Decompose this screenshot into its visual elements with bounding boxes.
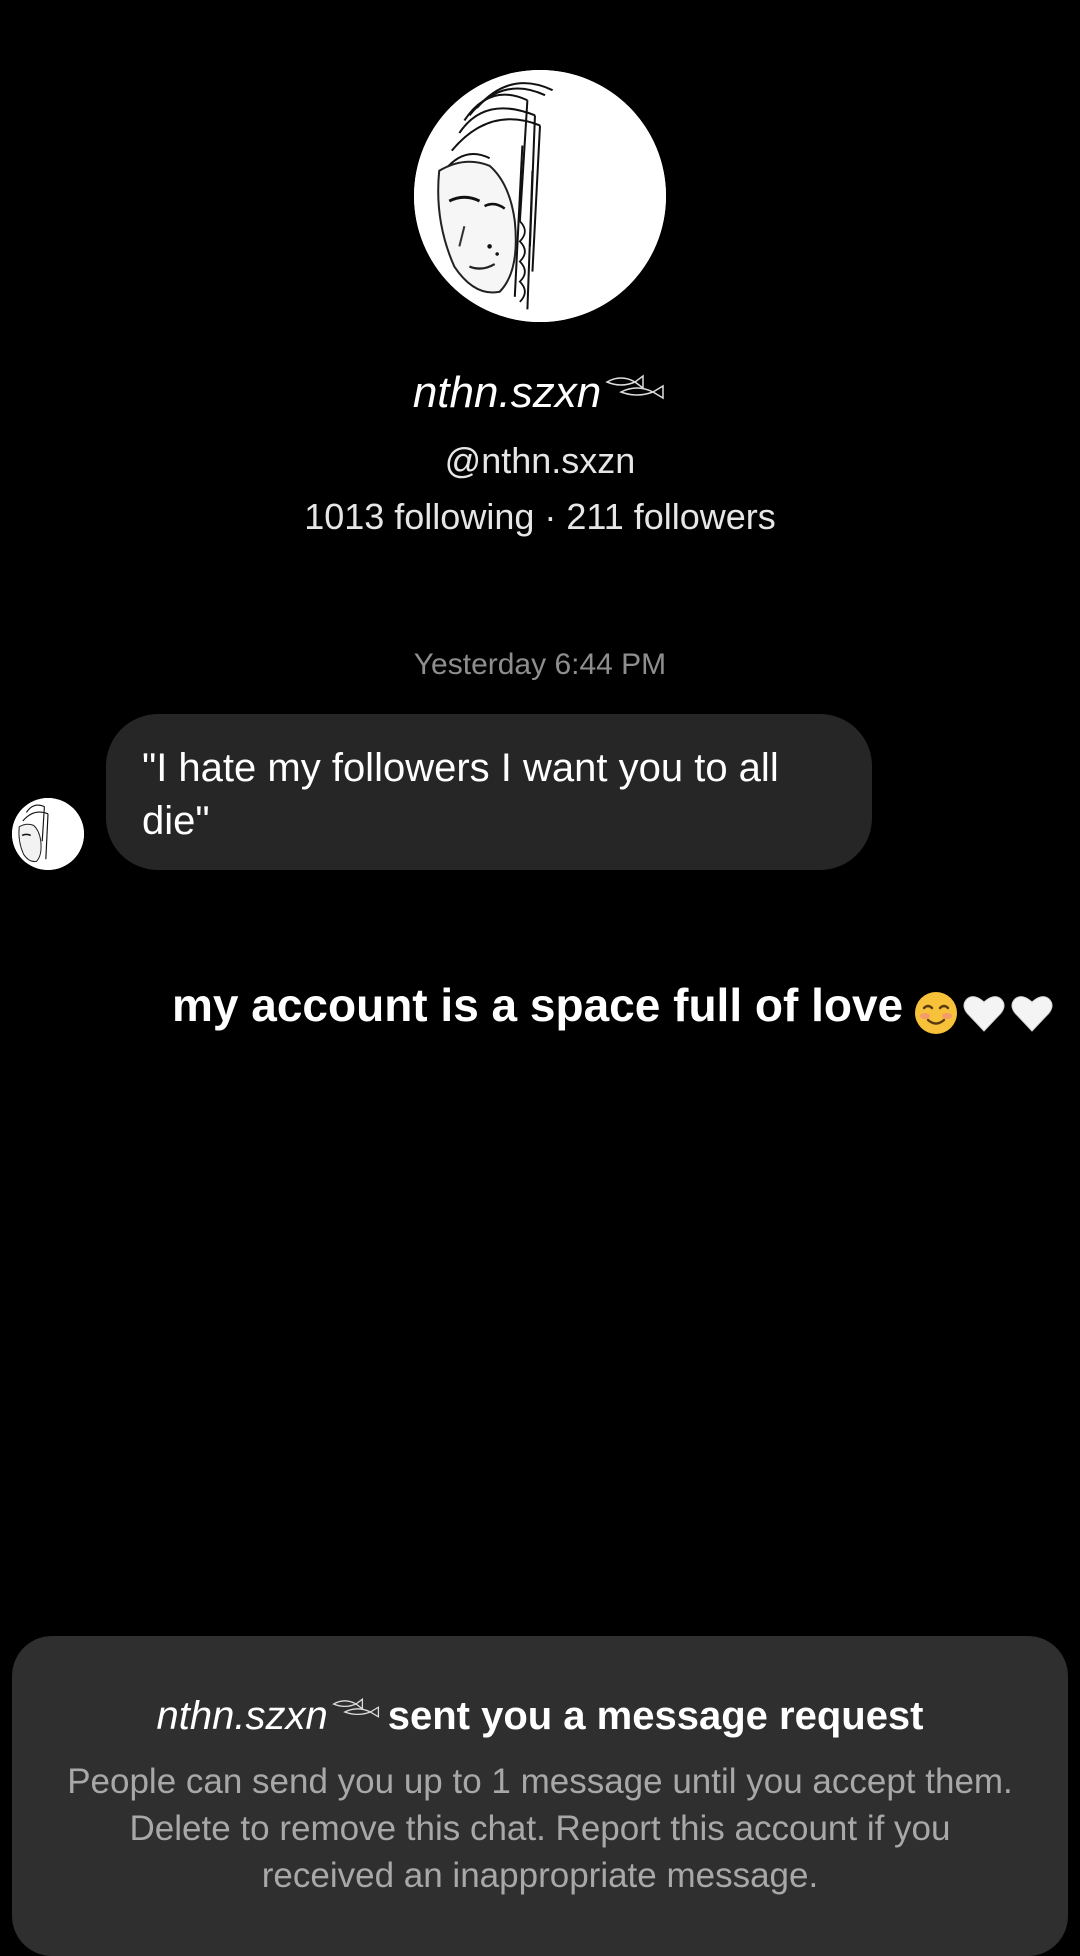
message-bubble[interactable]: "I hate my followers I want you to all d…: [106, 714, 872, 870]
message-request-body: People can send you up to 1 message unti…: [67, 1762, 1013, 1895]
white-heart-emoji-icon: [963, 995, 1005, 1032]
request-title-text: sent you a message request: [387, 1694, 924, 1738]
message-timestamp: Yesterday 6:44 PM: [413, 648, 667, 681]
manga-portrait-image: [414, 70, 666, 322]
manga-portrait-thumbnail: [12, 798, 84, 870]
white-heart-emoji-icon: [1011, 995, 1053, 1032]
profile-stats: 1013 following · 211 followers: [304, 496, 776, 537]
message-request-title: nthn.szxn sent you a message request: [0, 1694, 1080, 1739]
overlay-caption: my account is a space full of love: [172, 978, 1057, 1036]
profile-display-name-row: nthn.szxn: [0, 368, 1080, 418]
overlay-caption-text: my account is a space full of love: [172, 979, 904, 1031]
profile-avatar[interactable]: [414, 70, 666, 322]
fish-icon: [331, 1697, 379, 1718]
smiling-blush-emoji-icon: [915, 991, 958, 1034]
sender-avatar[interactable]: [12, 798, 84, 870]
fish-icon: [605, 374, 664, 400]
request-sender-name[interactable]: nthn.szxn: [157, 1694, 328, 1738]
profile-handle: @nthn.sxzn: [444, 440, 636, 481]
profile-display-name: nthn.szxn: [412, 368, 602, 417]
message-text: "I hate my followers I want you to all d…: [142, 746, 779, 843]
caption-emoji-row: [913, 982, 1057, 1036]
